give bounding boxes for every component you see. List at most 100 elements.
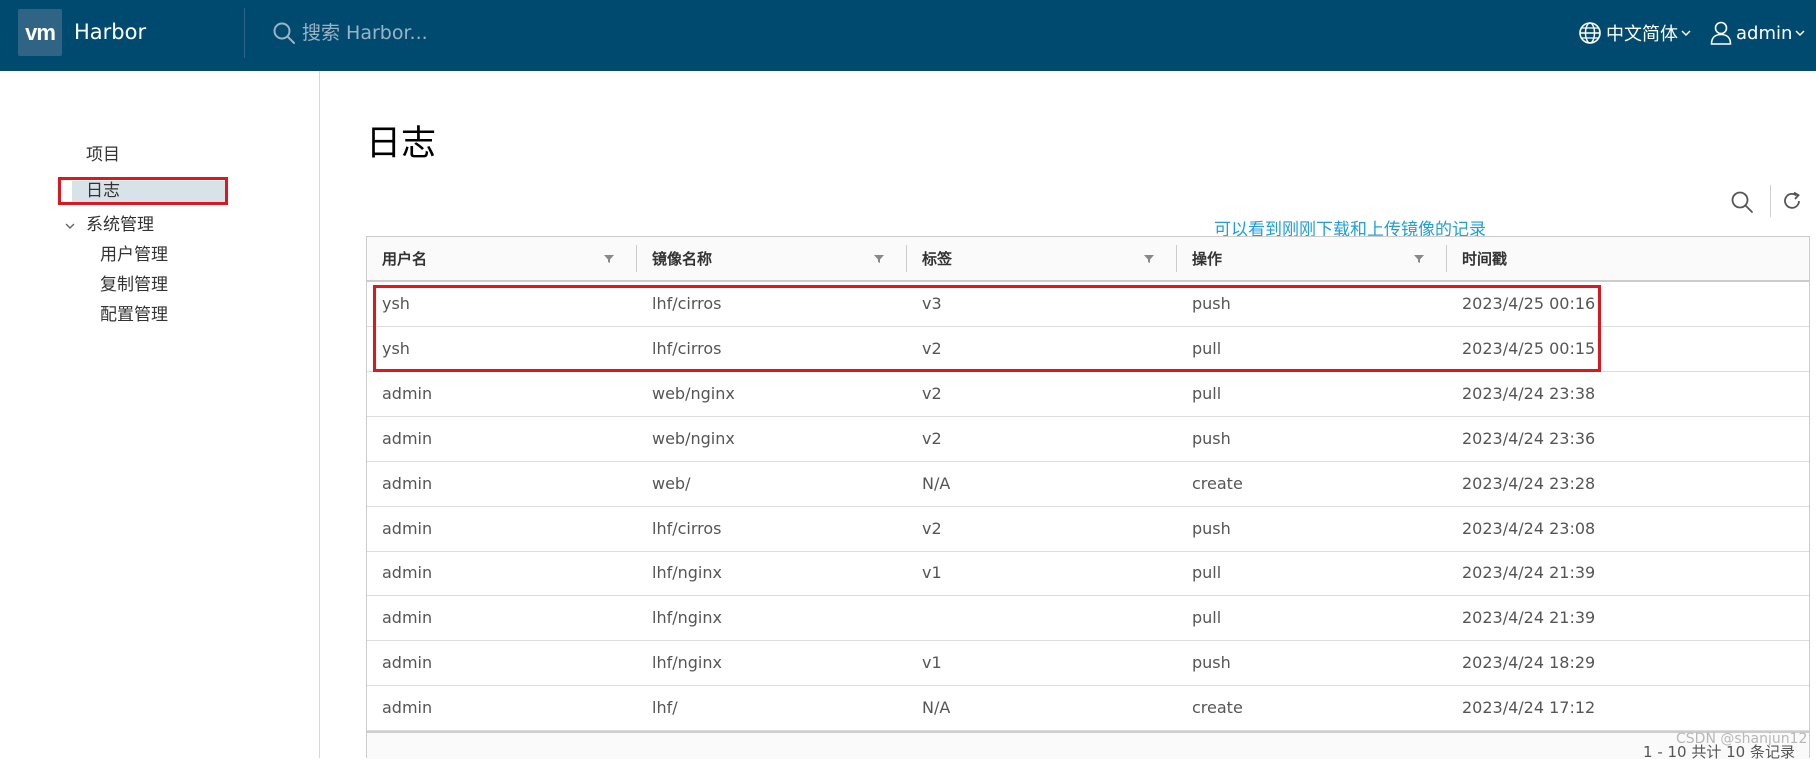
cell-tag: v2	[922, 383, 942, 403]
cell-timestamp: 2023/4/25 00:16	[1462, 294, 1596, 313]
cell-tag: v1	[922, 653, 942, 673]
column-header-username[interactable]: 用户名	[367, 237, 637, 280]
filter-icon[interactable]	[1413, 253, 1425, 265]
cell-timestamp: 2023/4/25 00:15	[1462, 338, 1596, 358]
user-menu[interactable]: admin	[1710, 18, 1805, 48]
column-label: 镜像名称	[652, 250, 713, 268]
cell-repository: lhf/cirros	[652, 518, 722, 538]
column-header-timestamp[interactable]: 时间戳	[1447, 237, 1809, 280]
cell-timestamp: 2023/4/24 17:12	[1462, 698, 1596, 718]
user-name: admin	[1736, 22, 1793, 44]
table-row: admin lhf/cirros v2 push 2023/4/24 23:08	[367, 507, 1809, 552]
cell-tag: v2	[922, 338, 942, 358]
table-row: admin web/N/A create 2023/4/24 23:28	[367, 462, 1809, 507]
column-label: 用户名	[382, 250, 428, 268]
chevron-down-icon[interactable]	[64, 220, 76, 232]
cell-operation: pull	[1192, 338, 1222, 358]
search-icon[interactable]	[272, 21, 296, 45]
user-icon	[1710, 21, 1732, 45]
table-row: admin web/nginx v2 pull 2023/4/24 23:38	[367, 372, 1809, 417]
column-label: 标签	[922, 250, 953, 268]
annotation-box-logs	[58, 177, 228, 205]
sidebar-item-user-management[interactable]: 用户管理	[100, 244, 168, 266]
cell-timestamp: 2023/4/24 23:28	[1462, 473, 1596, 493]
cell-repository: web/nginx	[652, 383, 735, 403]
cell-tag: N/A	[922, 473, 951, 493]
cell-username: admin	[382, 473, 433, 493]
chevron-down-icon	[1795, 30, 1805, 37]
globe-icon	[1579, 22, 1601, 44]
table-row: admin lhf/nginx pull 2023/4/24 21:39	[367, 596, 1809, 642]
vmware-logo[interactable]: vm	[18, 9, 62, 56]
cell-timestamp: 2023/4/24 21:39	[1462, 563, 1596, 583]
cell-operation: pull	[1192, 608, 1222, 628]
header-divider	[244, 8, 245, 58]
sidebar-item-configuration-management[interactable]: 配置管理	[100, 304, 168, 326]
cell-username: admin	[382, 518, 433, 538]
cell-repository: lhf/cirros	[652, 294, 722, 313]
cell-tag: v1	[922, 563, 942, 583]
column-header-repository[interactable]: 镜像名称	[637, 237, 907, 280]
cell-username: admin	[382, 428, 433, 448]
grid-header: 用户名 镜像名称 标签 操作 时间戳	[367, 237, 1809, 282]
cell-username: admin	[382, 608, 433, 628]
refresh-icon[interactable]	[1781, 190, 1803, 212]
column-label: 时间戳	[1462, 250, 1508, 268]
cell-repository: web/nginx	[652, 428, 735, 448]
cell-operation: pull	[1192, 383, 1222, 403]
search-input[interactable]: 搜索 Harbor...	[302, 21, 428, 45]
cell-operation: create	[1192, 473, 1243, 493]
grid-footer: 1 - 10 共计 10 条记录	[367, 731, 1809, 761]
column-header-operation[interactable]: 操作	[1177, 237, 1447, 280]
chevron-down-icon	[1681, 30, 1691, 37]
table-row: admin lhf/N/A create 2023/4/24 17:12	[367, 686, 1809, 732]
cell-timestamp: 2023/4/24 18:29	[1462, 653, 1596, 673]
cell-repository: web/	[652, 473, 691, 493]
filter-icon[interactable]	[603, 253, 615, 265]
table-row: ysh lhf/cirros v3 push 2023/4/25 00:16	[367, 282, 1809, 327]
filter-icon[interactable]	[1143, 253, 1155, 265]
cell-tag: v3	[922, 294, 942, 313]
cell-operation: push	[1192, 518, 1231, 538]
cell-operation: push	[1192, 653, 1231, 673]
cell-username: ysh	[382, 294, 410, 313]
cell-username: admin	[382, 653, 433, 673]
cell-username: admin	[382, 383, 433, 403]
cell-operation: pull	[1192, 563, 1222, 583]
table-row: ysh lhf/cirros v2 pull 2023/4/25 00:15	[367, 327, 1809, 372]
cell-tag: N/A	[922, 698, 951, 718]
cell-operation: create	[1192, 698, 1243, 718]
column-header-tag[interactable]: 标签	[907, 237, 1177, 280]
cell-repository: lhf/cirros	[652, 338, 722, 358]
language-label: 中文简体	[1606, 24, 1678, 45]
cell-tag: v2	[922, 428, 942, 448]
table-row: admin web/nginx v2 push 2023/4/24 23:36	[367, 417, 1809, 462]
cell-operation: push	[1192, 294, 1231, 313]
search-icon[interactable]	[1730, 190, 1754, 214]
cell-timestamp: 2023/4/24 23:36	[1462, 428, 1596, 448]
cell-repository: lhf/nginx	[652, 608, 722, 628]
sidebar-item-replication-management[interactable]: 复制管理	[100, 274, 168, 296]
cell-timestamp: 2023/4/24 23:38	[1462, 383, 1596, 403]
sidebar-item-projects[interactable]: 项目	[86, 144, 120, 166]
cell-username: ysh	[382, 338, 410, 358]
sidebar-item-administration[interactable]: 系统管理	[86, 214, 154, 236]
cell-timestamp: 2023/4/24 23:08	[1462, 518, 1596, 538]
cell-username: admin	[382, 698, 433, 718]
table-row: admin lhf/nginx v1 push 2023/4/24 18:29	[367, 641, 1809, 687]
cell-tag: v2	[922, 518, 942, 538]
logs-datagrid: 用户名 镜像名称 标签 操作 时间戳 ysh lhf/cirros v3 push 20…	[366, 236, 1810, 761]
toolbar-divider	[1770, 185, 1771, 217]
watermark: CSDN @shanjun12	[1676, 731, 1808, 747]
cell-repository: lhf/	[652, 698, 678, 718]
sidebar	[0, 71, 320, 758]
column-label: 操作	[1192, 250, 1223, 268]
app-title[interactable]: Harbor	[74, 19, 146, 46]
cell-repository: lhf/nginx	[652, 653, 722, 673]
language-selector[interactable]: 中文简体	[1578, 18, 1691, 48]
app-header: vm Harbor 搜索 Harbor... 中文简体 admin	[0, 0, 1816, 71]
filter-icon[interactable]	[873, 253, 885, 265]
table-row: admin lhf/nginx v1 pull 2023/4/24 21:39	[367, 551, 1809, 597]
cell-timestamp: 2023/4/24 21:39	[1462, 608, 1596, 628]
page-title: 日志	[366, 124, 437, 164]
